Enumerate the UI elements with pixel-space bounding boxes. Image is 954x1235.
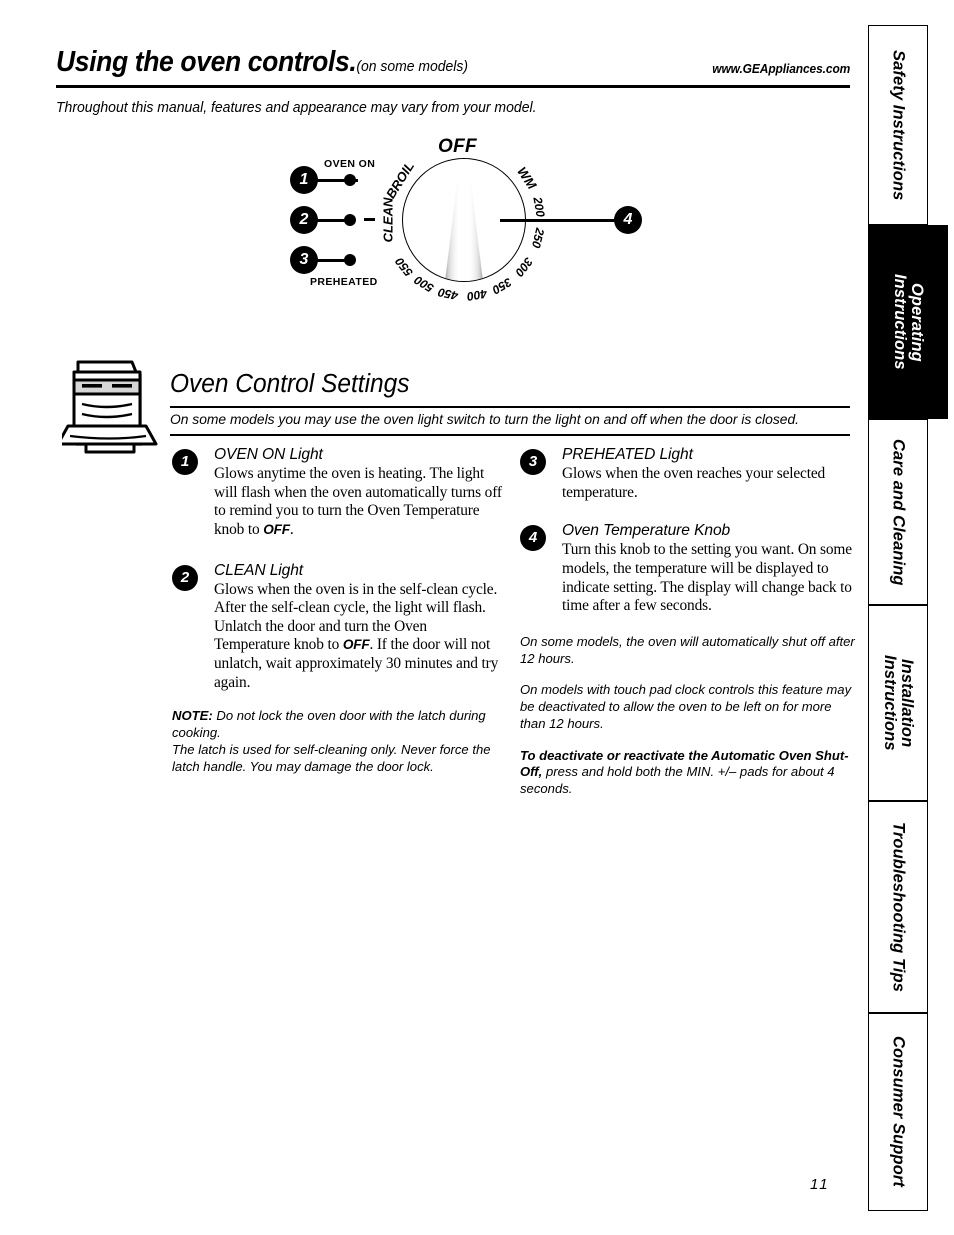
dial-label-clean: CLEAN (380, 197, 396, 243)
page-number: 11 (810, 1176, 830, 1193)
list-item: 3 PREHEATED Light Glows when the oven re… (520, 446, 858, 502)
sidebar-tab-label: Safety Instructions (889, 49, 908, 201)
oven-on-lamp (344, 174, 356, 186)
page-title: Using the oven controls.(on some models) (56, 46, 468, 79)
section-divider-top (170, 406, 850, 408)
sidebar-tab-label: Operating Instructions (891, 274, 926, 370)
sidebar-tab-consumer-support[interactable]: Consumer Support (868, 1013, 928, 1211)
website-url[interactable]: www.GEAppliances.com (712, 62, 850, 76)
page-header: Using the oven controls.(on some models)… (56, 46, 850, 90)
item-heading-clean-light: CLEAN Light (214, 561, 304, 579)
range-oven-icon (56, 358, 158, 454)
note-text: Do not lock the oven door with the latch… (172, 708, 486, 740)
dial-label-wm: WM (514, 163, 540, 192)
dial-label-broil: BROIL (382, 158, 417, 201)
dial-label-500: 500 (411, 273, 436, 296)
sidebar-tab-label: Care and Cleaning (889, 438, 908, 586)
sidebar-tab-troubleshooting-tips[interactable]: Troubleshooting Tips (868, 801, 928, 1013)
sidebar-tab-care-and-cleaning[interactable]: Care and Cleaning (868, 419, 928, 605)
header-divider (56, 85, 850, 88)
dial-label-250: 250 (528, 226, 547, 250)
sidenote-text-1: On some models, the oven will automatica… (520, 633, 855, 666)
manual-page: Using the oven controls.(on some models)… (0, 0, 954, 1235)
item-body-strong: OFF (342, 637, 370, 653)
note-label: NOTE: (172, 708, 213, 724)
note-block-2: The latch is used for self-cleaning only… (172, 742, 502, 775)
leader-line-4 (500, 219, 620, 222)
callout-2: 2 (290, 206, 318, 234)
oven-control-diagram: OFF BROIL CLEAN 550 500 450 400 350 300 250 200 WM… (270, 130, 670, 320)
dial-label-550: 550 (392, 254, 416, 279)
item-body-part-2: . (289, 520, 294, 538)
dial-label-200: 200 (530, 195, 548, 218)
sidenote-text-2: On models with touch pad clock controls … (520, 682, 852, 731)
item-body-part-1: Glows anytime the oven is heating. The l… (214, 465, 502, 538)
clean-lamp (344, 214, 356, 226)
sidebar-tab-label: Troubleshooting Tips (889, 821, 908, 993)
item-body-part-1: Turn this knob to the setting you want. … (562, 541, 852, 615)
sidenote-text-3-rest: press and hold both the MIN. +/– pads fo… (520, 764, 835, 797)
preheated-lamp (344, 254, 356, 266)
intro-text: Throughout this manual, features and app… (56, 100, 537, 116)
section-tab-rail: Safety Instructions Operating Instructio… (858, 0, 954, 1235)
page-title-main: Using the oven controls. (56, 46, 357, 78)
dial-label-350: 350 (489, 274, 515, 297)
sidebar-tab-safety-instructions[interactable]: Safety Instructions (868, 25, 928, 225)
dial-label-400: 400 (466, 286, 489, 304)
item-bullet-2: 2 (172, 564, 198, 591)
section-divider-bottom (170, 434, 850, 436)
list-item: 2 CLEAN Light Glows when the oven is in … (172, 562, 502, 693)
oven-on-label: OVEN ON (324, 158, 376, 170)
callout-3: 3 (290, 246, 318, 274)
section-title: Oven Control Settings (170, 370, 410, 398)
list-item: 1 OVEN ON Light Glows anytime the oven i… (172, 446, 502, 540)
item-body-oven-on-light: Glows anytime the oven is heating. The l… (214, 465, 502, 540)
dial-label-450: 450 (436, 285, 460, 304)
item-bullet-4: 4 (520, 525, 546, 552)
page-title-suffix: (on some models) (356, 58, 468, 75)
item-body-clean-light: Glows when the oven is in the self-clean… (214, 581, 502, 693)
sidebar-tab-label: Installation Instructions (881, 655, 916, 751)
item-body-oven-temperature-knob: Turn this knob to the setting you want. … (562, 541, 858, 616)
item-heading-preheated-light: PREHEATED Light (562, 446, 693, 463)
item-bullet-3: 3 (520, 449, 546, 475)
sidebar-tab-operating-instructions[interactable]: Operating Instructions (868, 225, 948, 419)
right-column: 3 PREHEATED Light Glows when the oven re… (520, 446, 858, 798)
sidenote-auto-shutoff: On some models, the oven will automatica… (520, 634, 858, 668)
sidenote-deactivate: To deactivate or reactivate the Automati… (520, 748, 858, 798)
item-heading-oven-on-light: OVEN ON Light (214, 446, 323, 463)
section-lead-text: On some models you may use the oven ligh… (170, 412, 799, 428)
callout-4: 4 (614, 206, 642, 234)
sidebar-tab-installation-instructions[interactable]: Installation Instructions (868, 605, 928, 801)
item-body-preheated-light: Glows when the oven reaches your selecte… (562, 465, 858, 502)
list-item: 4 Oven Temperature Knob Turn this knob t… (520, 522, 858, 616)
sidenote-touchpad: On models with touch pad clock controls … (520, 682, 858, 732)
clean-dash-mark (364, 218, 375, 222)
item-bullet-1: 1 (172, 449, 198, 475)
item-body-strong: OFF (263, 521, 290, 537)
note-text-2: The latch is used for self-cleaning only… (172, 742, 491, 774)
item-heading-oven-temperature-knob: Oven Temperature Knob (562, 522, 731, 540)
left-column: 1 OVEN ON Light Glows anytime the oven i… (172, 446, 502, 775)
item-body-part-1: Glows when the oven reaches your selecte… (562, 465, 826, 501)
note-block-1: NOTE: Do not lock the oven door with the… (172, 708, 502, 741)
sidebar-tab-label: Consumer Support (889, 1036, 908, 1188)
preheated-label: PREHEATED (310, 276, 378, 288)
callout-1: 1 (290, 166, 318, 194)
dial-label-300: 300 (512, 254, 536, 279)
